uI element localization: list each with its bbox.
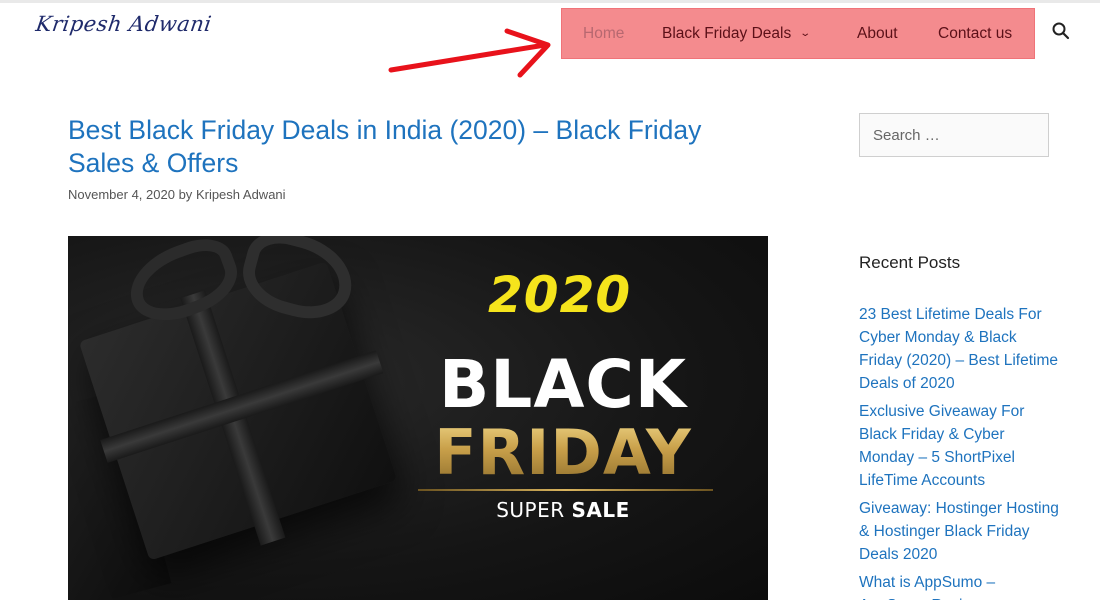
sidebar-search-input[interactable] [859,113,1049,157]
annotation-arrow-icon [388,28,551,78]
hero-sale-word: SALE [571,498,630,522]
post-meta: November 4, 2020 by Kripesh Adwani [68,187,286,202]
top-border [0,0,1100,3]
nav-item-about[interactable]: About [857,8,898,59]
recent-post-link[interactable]: What is AppSumo – AppSumo Review [859,571,1059,600]
post-date: November 4, 2020 [68,187,175,202]
recent-posts-title: Recent Posts [859,253,961,272]
nav-item-contact[interactable]: Contact us [938,8,1012,59]
post-author[interactable]: Kripesh Adwani [196,187,286,202]
recent-post-link[interactable]: Giveaway: Hostinger Hosting & Hostinger … [859,497,1059,566]
nav-item-home[interactable]: Home [583,8,624,59]
recent-post-link[interactable]: 23 Best Lifetime Deals For Cyber Monday … [859,303,1059,395]
post-by: by [178,187,193,202]
hero-sale-prefix: SUPER [496,498,565,522]
hero-sale-text: SUPER SALE [413,498,713,522]
hero-friday-text: FRIDAY [413,416,713,489]
site-logo[interactable]: Kripesh Adwani [34,12,213,36]
hero-year: 2020 [488,266,632,324]
featured-image: 2020 BLACK FRIDAY SUPER SALE [68,236,768,600]
hero-divider [418,489,713,491]
chevron-down-icon: ⌄ [799,28,812,39]
recent-posts-list: 23 Best Lifetime Deals For Cyber Monday … [859,303,1059,600]
hero-black-text: BLACK [438,346,688,423]
recent-post-link[interactable]: Exclusive Giveaway For Black Friday & Cy… [859,400,1059,492]
nav-item-black-friday-deals[interactable]: Black Friday Deals ⌄ [662,8,812,59]
search-icon[interactable] [1051,21,1071,41]
nav-item-label: Black Friday Deals [662,24,792,42]
post-title[interactable]: Best Black Friday Deals in India (2020) … [68,114,768,180]
